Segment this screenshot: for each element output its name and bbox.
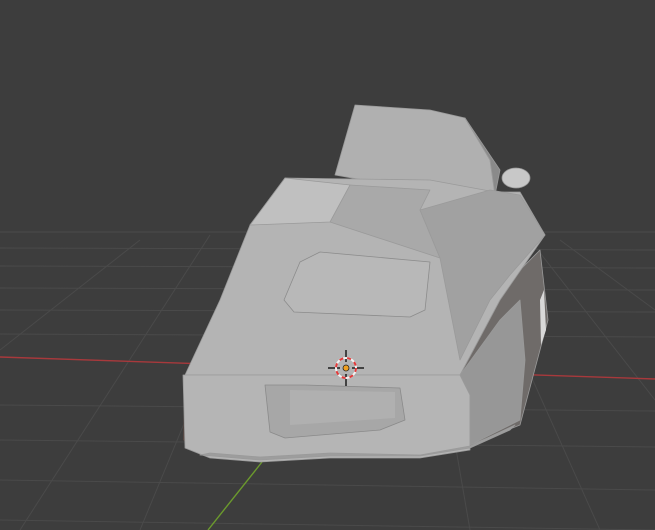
viewport-canvas[interactable] — [0, 0, 655, 530]
3d-viewport[interactable] — [0, 0, 655, 530]
car-hood-scoop — [283, 251, 431, 318]
car-side-mirror — [501, 167, 531, 189]
car-model[interactable] — [182, 104, 549, 463]
y-axis-line — [207, 461, 263, 530]
